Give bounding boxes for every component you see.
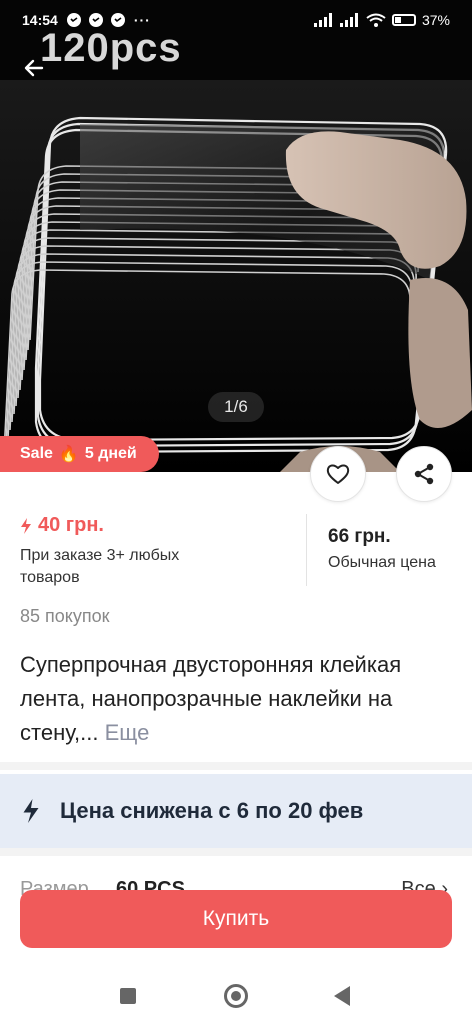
- sale-label: Sale: [20, 445, 53, 462]
- home-icon[interactable]: [224, 984, 248, 1008]
- recent-apps-icon[interactable]: [120, 988, 136, 1004]
- heart-icon: [326, 464, 350, 484]
- product-title-text: Суперпрочная двусторонняя клейкая лента,…: [20, 652, 402, 745]
- battery-icon: [391, 14, 416, 26]
- share-button[interactable]: [396, 446, 452, 502]
- bulk-price: 40 грн.: [20, 514, 290, 537]
- bulk-price-value: 40 грн.: [38, 514, 104, 536]
- price-divider: [306, 514, 307, 586]
- share-icon: [414, 463, 434, 485]
- regular-price-label: Обычная цена: [328, 554, 436, 571]
- price-section: 40 грн. При заказе 3+ любых товаров 66 г…: [0, 500, 472, 600]
- notification-icons: [66, 12, 126, 28]
- image-counter: 1/6: [208, 392, 264, 422]
- messenger-icon: [88, 13, 103, 27]
- sale-duration: 5 дней: [84, 445, 137, 462]
- battery-level: 37%: [421, 12, 450, 28]
- section-divider: [0, 762, 472, 770]
- back-triangle-icon[interactable]: [334, 986, 350, 1006]
- signal-icon: [313, 13, 332, 27]
- buy-button[interactable]: Купить: [20, 890, 452, 948]
- signal-icon: [339, 13, 358, 27]
- sale-badge: Sale 🔥 5 дней: [0, 436, 159, 472]
- price-drop-banner: Цена снижена с 6 по 20 фев: [0, 774, 472, 848]
- favorite-button[interactable]: [310, 446, 366, 502]
- lightning-icon: [21, 517, 31, 534]
- status-time: 14:54: [22, 12, 58, 28]
- product-title[interactable]: Суперпрочная двусторонняя клейкая лента,…: [20, 648, 460, 750]
- system-navigation-bar: [0, 962, 472, 1024]
- regular-price: 66 грн.: [328, 526, 391, 547]
- section-divider: [0, 848, 472, 856]
- wifi-icon: [366, 13, 386, 27]
- product-image-gallery[interactable]: 14:54 ··· 37% 120pcs 1/6 Sale 🔥 5 дней: [0, 0, 472, 472]
- show-more-link[interactable]: Еще: [105, 720, 150, 745]
- status-bar: 14:54 ··· 37%: [0, 0, 472, 40]
- price-drop-text: Цена снижена с 6 по 20 фев: [60, 798, 364, 823]
- messenger-icon: [110, 13, 125, 27]
- arrow-left-icon: [24, 59, 44, 77]
- more-notifications-icon: ···: [133, 12, 151, 28]
- bulk-price-block: 40 грн. При заказе 3+ любых товаров: [20, 514, 290, 589]
- bulk-price-condition: При заказе 3+ любых товаров: [20, 547, 180, 586]
- regular-price-block: 66 грн. Обычная цена: [328, 526, 436, 572]
- system-icons: 37%: [313, 12, 450, 28]
- messenger-icon: [66, 13, 81, 27]
- purchase-count: 85 покупок: [20, 606, 110, 626]
- lightning-icon: [23, 799, 39, 823]
- back-button[interactable]: [18, 52, 50, 84]
- fire-icon: 🔥: [58, 446, 79, 463]
